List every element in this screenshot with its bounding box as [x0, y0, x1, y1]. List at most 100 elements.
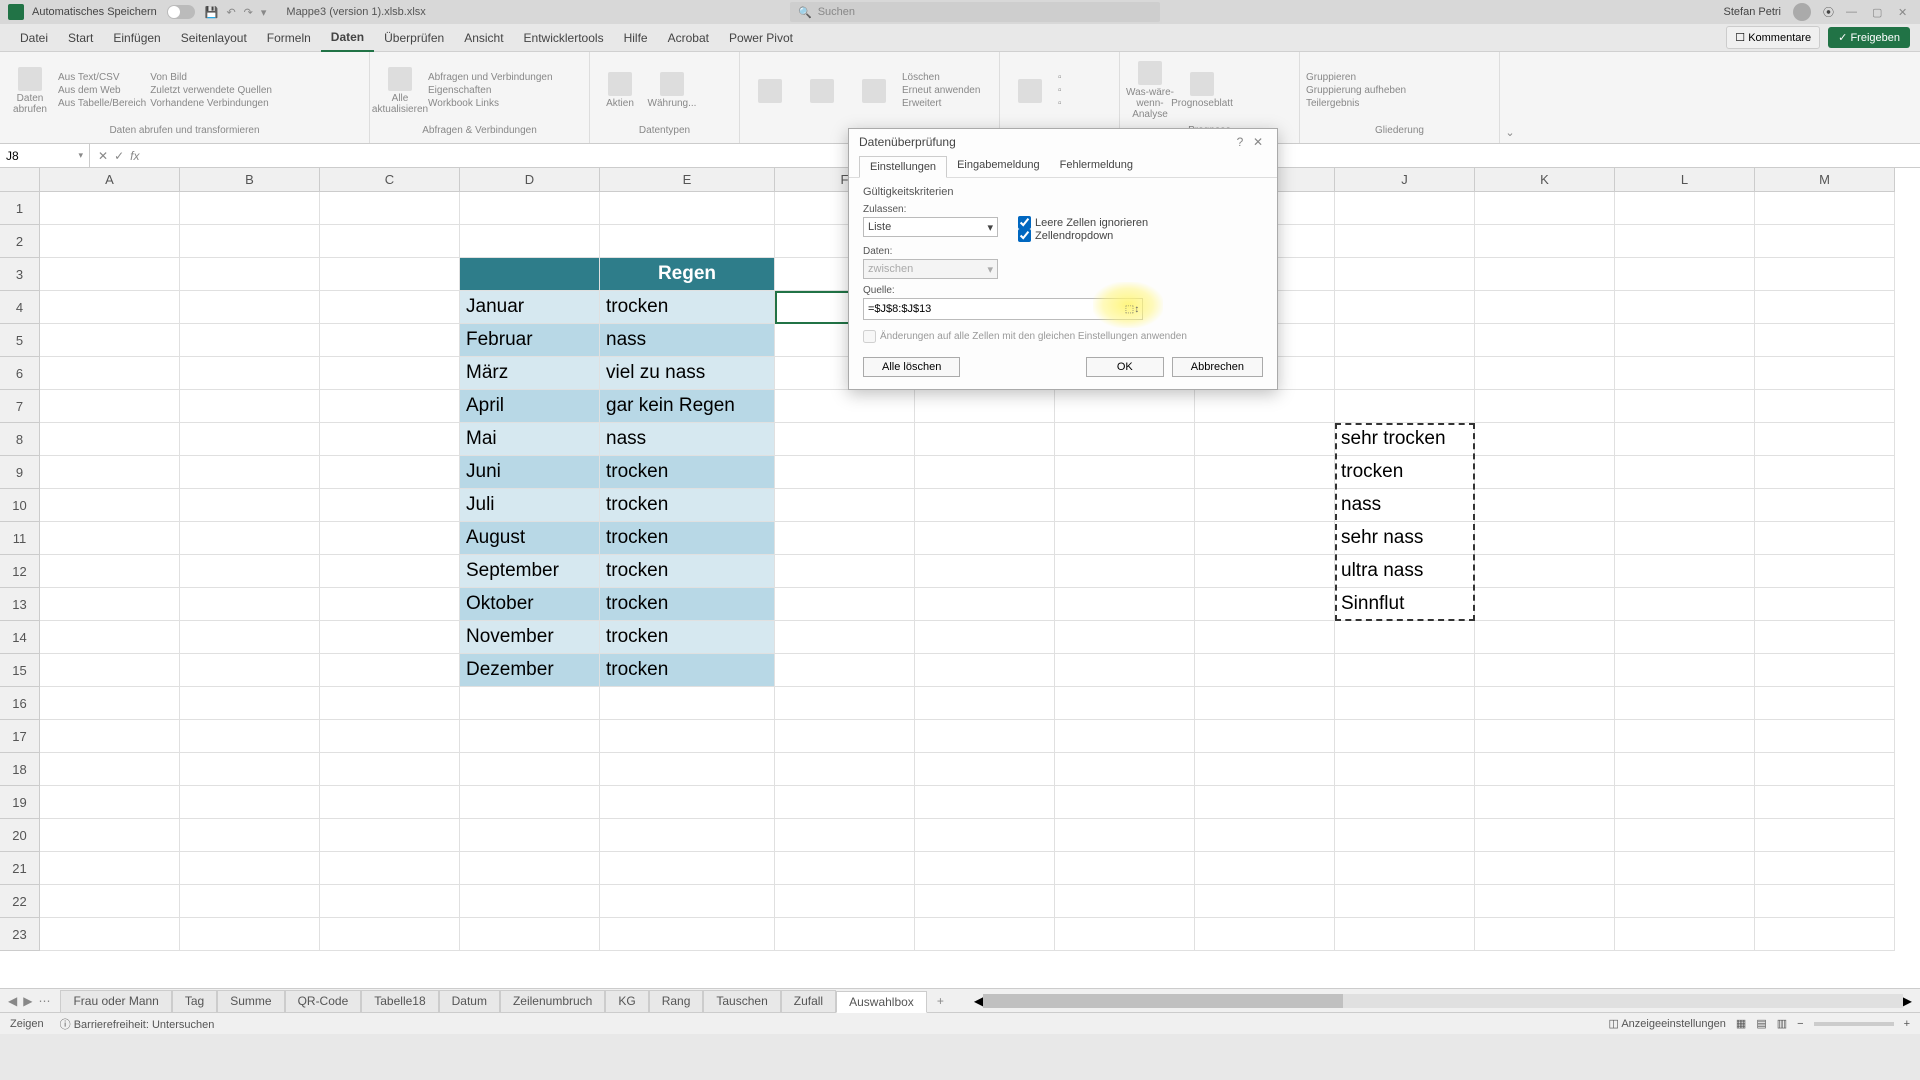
col-header-L[interactable]: L: [1615, 168, 1755, 192]
cell[interactable]: [1475, 390, 1615, 423]
cell[interactable]: [1755, 786, 1895, 819]
cell[interactable]: [1475, 456, 1615, 489]
cell[interactable]: [1055, 720, 1195, 753]
cell[interactable]: [40, 654, 180, 687]
cell[interactable]: [40, 489, 180, 522]
cell[interactable]: [775, 753, 915, 786]
allow-select[interactable]: Liste▾: [863, 217, 998, 237]
cell[interactable]: [460, 258, 600, 291]
cell[interactable]: [915, 654, 1055, 687]
cell[interactable]: [775, 654, 915, 687]
cell[interactable]: [1615, 357, 1755, 390]
cell[interactable]: [1475, 852, 1615, 885]
cell[interactable]: [1055, 819, 1195, 852]
cell[interactable]: [1335, 852, 1475, 885]
cell[interactable]: [1755, 918, 1895, 951]
cell[interactable]: [1615, 687, 1755, 720]
cell[interactable]: [1615, 192, 1755, 225]
cell[interactable]: [1475, 687, 1615, 720]
cell[interactable]: [1335, 918, 1475, 951]
cell[interactable]: [1755, 753, 1895, 786]
cell[interactable]: [600, 819, 775, 852]
row-header-23[interactable]: 23: [0, 918, 40, 951]
cell[interactable]: [1755, 555, 1895, 588]
source-input[interactable]: [863, 298, 1143, 320]
cell[interactable]: [1615, 918, 1755, 951]
row-header-12[interactable]: 12: [0, 555, 40, 588]
cell[interactable]: [460, 918, 600, 951]
cell[interactable]: [1055, 852, 1195, 885]
cell[interactable]: [180, 621, 320, 654]
cell[interactable]: [1475, 555, 1615, 588]
cell[interactable]: gar kein Regen: [600, 390, 775, 423]
cell[interactable]: [1755, 456, 1895, 489]
cell[interactable]: [40, 390, 180, 423]
cell[interactable]: [1335, 687, 1475, 720]
cell[interactable]: [600, 720, 775, 753]
cell[interactable]: [1755, 225, 1895, 258]
group-button[interactable]: Gruppieren: [1306, 72, 1406, 83]
cell[interactable]: [600, 786, 775, 819]
cell[interactable]: trocken: [600, 522, 775, 555]
cell[interactable]: [1615, 753, 1755, 786]
cell[interactable]: [1055, 522, 1195, 555]
cell[interactable]: [40, 555, 180, 588]
advanced-filter[interactable]: Erweitert: [902, 98, 980, 109]
cell[interactable]: [1475, 522, 1615, 555]
cell[interactable]: [180, 489, 320, 522]
sheet-menu-icon[interactable]: ⋯: [38, 994, 50, 1008]
cell[interactable]: [1055, 753, 1195, 786]
cell[interactable]: [915, 588, 1055, 621]
cell[interactable]: [1475, 885, 1615, 918]
cell[interactable]: [775, 918, 915, 951]
cell[interactable]: [775, 456, 915, 489]
cell[interactable]: [1055, 621, 1195, 654]
cell[interactable]: [320, 885, 460, 918]
add-sheet-button[interactable]: +: [927, 994, 954, 1008]
fx-icon[interactable]: fx: [130, 149, 139, 163]
cell[interactable]: [1615, 819, 1755, 852]
cell[interactable]: [1195, 819, 1335, 852]
cell[interactable]: [1615, 423, 1755, 456]
cell[interactable]: [460, 852, 600, 885]
tab-ueberpruefen[interactable]: Überprüfen: [374, 25, 454, 51]
sheet-tab[interactable]: Tauschen: [703, 990, 780, 1012]
row-header-15[interactable]: 15: [0, 654, 40, 687]
tab-acrobat[interactable]: Acrobat: [658, 25, 719, 51]
cell[interactable]: [1615, 621, 1755, 654]
cell[interactable]: [915, 522, 1055, 555]
cell[interactable]: [600, 687, 775, 720]
cell[interactable]: [1615, 225, 1755, 258]
col-header-C[interactable]: C: [320, 168, 460, 192]
zoom-slider[interactable]: [1814, 1022, 1894, 1026]
cell[interactable]: [40, 324, 180, 357]
collapse-ribbon-icon[interactable]: ⌄: [1500, 126, 1520, 143]
row-header-18[interactable]: 18: [0, 753, 40, 786]
cell[interactable]: [1055, 918, 1195, 951]
recent-sources[interactable]: Zuletzt verwendete Quellen: [150, 85, 272, 96]
cell[interactable]: [1335, 786, 1475, 819]
cell[interactable]: Mai: [460, 423, 600, 456]
cell[interactable]: [40, 357, 180, 390]
cell[interactable]: [1615, 786, 1755, 819]
workbook-links[interactable]: Workbook Links: [428, 98, 553, 109]
cancel-formula-icon[interactable]: ✕: [98, 149, 108, 163]
cell[interactable]: [180, 357, 320, 390]
cell[interactable]: [915, 489, 1055, 522]
cell[interactable]: [1755, 390, 1895, 423]
row-header-21[interactable]: 21: [0, 852, 40, 885]
tab-formeln[interactable]: Formeln: [257, 25, 321, 51]
cell[interactable]: [460, 786, 600, 819]
cell[interactable]: Juni: [460, 456, 600, 489]
cell[interactable]: [1195, 687, 1335, 720]
cell[interactable]: [600, 885, 775, 918]
cell[interactable]: [1335, 819, 1475, 852]
cell[interactable]: Dezember: [460, 654, 600, 687]
cell[interactable]: [1475, 291, 1615, 324]
cell[interactable]: [1615, 555, 1755, 588]
cell[interactable]: [180, 819, 320, 852]
cell[interactable]: [1615, 885, 1755, 918]
cell[interactable]: [180, 555, 320, 588]
cell[interactable]: [180, 225, 320, 258]
sheet-tab[interactable]: Zeilenumbruch: [500, 990, 605, 1012]
